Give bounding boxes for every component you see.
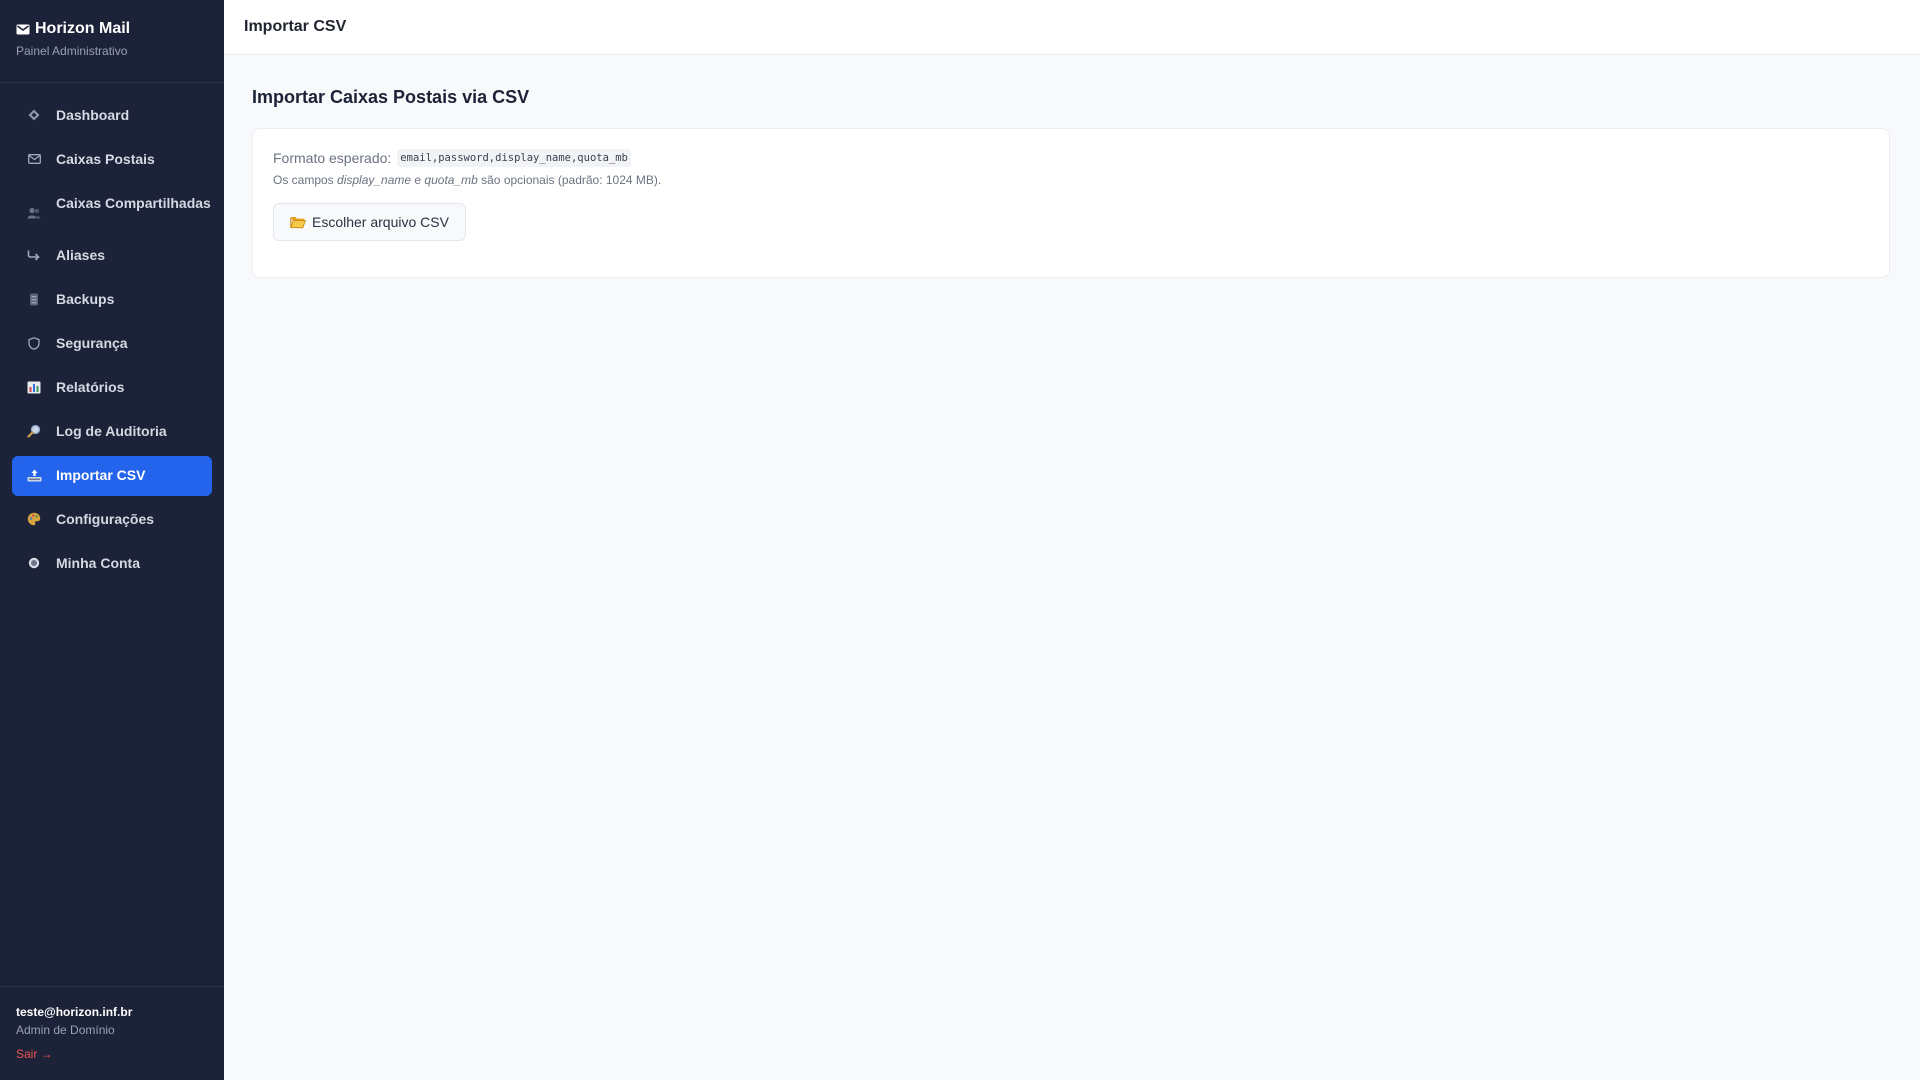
users-icon xyxy=(26,205,42,221)
upload-tray-icon xyxy=(26,467,42,483)
sidebar-item-dashboard[interactable]: Dashboard xyxy=(12,96,212,136)
sidebar-item-label: Dashboard xyxy=(56,107,130,123)
sidebar-item-minha-conta[interactable]: Minha Conta xyxy=(12,544,212,584)
sidebar: Horizon Mail Painel Administrativo Dashb… xyxy=(0,0,224,1080)
user-email: teste@horizon.inf.br xyxy=(16,1005,133,1019)
top-header: Importar CSV xyxy=(224,0,1920,55)
sidebar-item-label: Backups xyxy=(56,291,115,307)
sidebar-item-label: Relatórios xyxy=(56,379,125,395)
sidebar-item-caixas-compartilhadas[interactable]: Caixas Compartilhadas xyxy=(12,184,212,232)
sidebar-item-label: Caixas Postais xyxy=(56,151,155,167)
header-title: Importar CSV xyxy=(244,18,347,35)
sidebar-item-seguranca[interactable]: Segurança xyxy=(12,324,212,364)
import-card: Formato esperado: email,password,display… xyxy=(252,128,1890,278)
sidebar-item-backups[interactable]: Backups xyxy=(12,280,212,320)
database-icon xyxy=(26,291,42,307)
sidebar-item-label: Caixas Compartilhadas xyxy=(56,195,211,211)
brand-subtitle: Painel Administrativo xyxy=(16,44,128,58)
sidebar-item-caixas-postais[interactable]: Caixas Postais xyxy=(12,140,212,180)
hint-field-quota: quota_mb xyxy=(424,173,478,187)
page-title: Importar Caixas Postais via CSV xyxy=(252,87,530,107)
palette-icon xyxy=(26,511,42,527)
radio-dot-icon xyxy=(26,555,42,571)
optional-fields-hint: Os campos display_name e quota_mb são op… xyxy=(273,173,1869,187)
envelope-icon xyxy=(26,151,42,167)
brand: Horizon Mail Painel Administrativo xyxy=(0,0,224,83)
format-label: Formato esperado: xyxy=(273,150,392,166)
folder-icon xyxy=(290,216,306,228)
hint-prefix: Os campos xyxy=(273,173,338,187)
sidebar-item-relatorios[interactable]: Relatórios xyxy=(12,368,212,408)
brand-title: Horizon Mail xyxy=(16,20,208,38)
sidebar-item-aliases[interactable]: Aliases xyxy=(12,236,212,276)
brand-name: Horizon Mail xyxy=(35,20,131,37)
user-role: Admin de Domínio xyxy=(16,1023,115,1037)
shield-icon xyxy=(26,335,42,351)
sidebar-item-configuracoes[interactable]: Configurações xyxy=(12,500,212,540)
main-content: Importar Caixas Postais via CSV Formato … xyxy=(224,55,1920,1080)
sidebar-item-label: Minha Conta xyxy=(56,555,140,571)
magnifier-icon xyxy=(26,423,42,439)
hint-suffix: são opcionais (padrão: 1024 MB). xyxy=(477,173,662,187)
sidebar-item-label: Aliases xyxy=(56,247,106,263)
sidebar-footer: teste@horizon.inf.br Admin de Domínio Sa… xyxy=(0,986,224,1080)
choose-csv-file-button[interactable]: Escolher arquivo CSV xyxy=(273,203,466,241)
logout-link[interactable]: Sair → xyxy=(16,1047,53,1061)
sidebar-item-label: Configurações xyxy=(56,511,155,527)
sidebar-item-label: Importar CSV xyxy=(56,467,146,483)
sidebar-item-importar-csv[interactable]: Importar CSV xyxy=(12,456,212,496)
sidebar-item-label: Log de Auditoria xyxy=(56,423,167,439)
diamond-icon xyxy=(26,107,42,123)
sidebar-item-log-de-auditoria[interactable]: Log de Auditoria xyxy=(12,412,212,452)
hint-field-display-name: display_name xyxy=(337,173,412,187)
format-line: Formato esperado: email,password,display… xyxy=(273,149,1869,167)
sidebar-item-label: Segurança xyxy=(56,335,128,351)
bar-chart-icon xyxy=(26,379,42,395)
envelope-icon xyxy=(16,24,30,34)
hint-middle: e xyxy=(411,173,425,187)
choose-csv-file-label: Escolher arquivo CSV xyxy=(312,214,449,230)
redirect-arrow-icon xyxy=(26,247,42,263)
format-code: email,password,display_name,quota_mb xyxy=(397,149,631,167)
sidebar-nav: Dashboard Caixas Postais Caixas Comparti… xyxy=(0,83,224,584)
